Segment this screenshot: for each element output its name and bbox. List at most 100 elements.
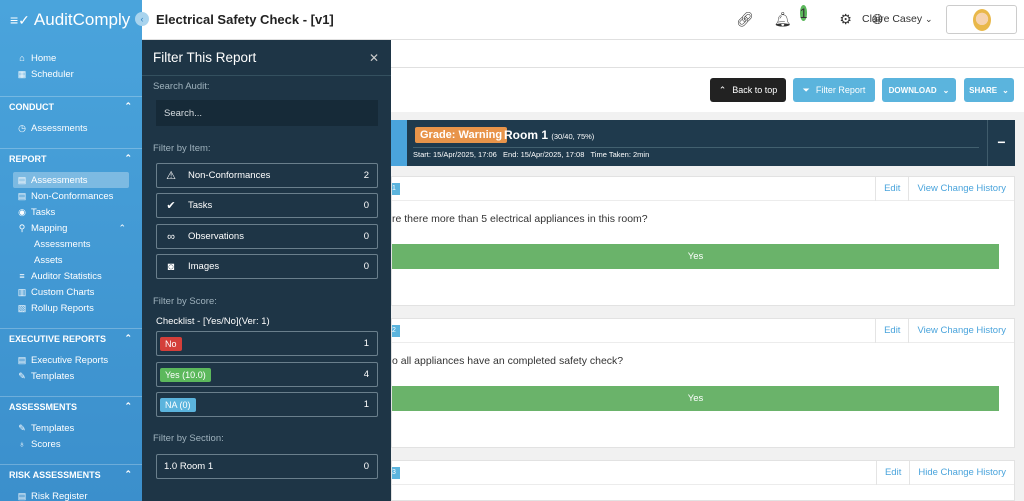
collapse-sidebar-icon[interactable]: ‹ [135,12,149,26]
score-tag: NA (0) [160,397,196,412]
section-meta: Start: 15/Apr/2025, 17:06 End: 15/Apr/20… [413,150,650,159]
sidebar-item-report-assessments[interactable]: ▤ Assessments [13,172,129,188]
bell-icon[interactable]: 🔔︎ 1 [774,5,820,28]
change-history-link[interactable]: View Change History [908,177,1014,201]
share-button[interactable]: SHARE ⌄ [964,78,1014,102]
filter-score-yes[interactable]: Yes (10.0) 4 [156,362,378,387]
sidebar-item-assess-templates[interactable]: ✎ Templates [0,420,142,436]
search-input[interactable] [156,100,378,126]
filter-title: Filter This Report [153,50,257,65]
score-tag: Yes (10.0) [160,367,211,382]
download-button[interactable]: DOWNLOAD ⌄ [882,78,956,102]
question-text: o all appliances have an completed safet… [392,355,624,367]
subheader [391,40,1024,68]
filter-by-item-label: Filter by Item: [153,143,211,154]
filter-item-observations[interactable]: ∞ Observations 0 [156,224,378,249]
sidebar-item-custom-charts[interactable]: ▥ Custom Charts [0,284,142,300]
sidebar-item-rollup-reports[interactable]: ▧ Rollup Reports [0,300,142,316]
edit-icon: ✎ [18,370,26,381]
user-menu[interactable]: Claire Casey ⌄ [862,13,933,25]
sidebar: ≡✓ AuditComply ⌂ Home ▦ Scheduler CONDUCT ⌃… [0,0,142,501]
chevron-up-icon: ⌃ [124,469,132,479]
edit-link[interactable]: Edit [875,461,909,485]
section-indicator [391,120,407,166]
sidebar-item-scheduler[interactable]: ▦ Scheduler [0,66,142,82]
change-history-link[interactable]: View Change History [908,319,1014,343]
answer-bar: Yes [392,386,999,411]
filter-item-tasks[interactable]: ✔ Tasks 0 [156,193,378,218]
section-conduct[interactable]: CONDUCT ⌃ [0,96,142,116]
chevron-up-icon: ⌃ [718,84,727,95]
sidebar-item-risk-register[interactable]: ▤ Risk Register [0,488,142,501]
topbar: Electrical Safety Check - [v1] 🔗︎ 🔔︎ 1 ⚙ … [142,0,1024,40]
filter-report-button[interactable]: ⏷ Filter Report [793,78,875,102]
sidebar-item-scores[interactable]: ♁ Scores [0,436,142,452]
section-title: Room 1 (30/40, 75%) [504,128,595,142]
action-bar: ⌃ Back to top ⏷ Filter Report DOWNLOAD ⌄ SH… [391,68,1024,112]
chevron-up-icon: ⌃ [118,222,126,233]
filter-icon: ⏷ [802,84,810,95]
sidebar-item-mapping[interactable]: ⚲ Mapping ⌃ [0,220,142,236]
answer-bar: Yes [392,244,999,269]
list-icon: ▤ [17,174,27,185]
question-number: 2 [392,325,400,337]
chevron-up-icon: ⌃ [124,401,132,411]
filter-item-non-conformances[interactable]: ⚠ Non-Conformances 2 [156,163,378,188]
edit-link[interactable]: Edit [875,319,908,343]
link-icon[interactable]: 🔗︎ [736,11,754,28]
collapse-section-button[interactable]: − [987,120,1015,166]
section-risk-assessments[interactable]: RISK ASSESSMENTS ⌃ [0,464,142,484]
edit-link[interactable]: Edit [875,177,908,201]
edit-icon: ✎ [18,422,26,433]
report-icon: ▧ [17,302,27,313]
brand[interactable]: ≡✓ AuditComply [0,0,142,40]
sidebar-subitem-assessments[interactable]: Assessments [0,236,142,252]
chart-icon: ▥ [17,286,27,297]
sidebar-item-conduct-assessments[interactable]: ◷ Assessments [0,120,142,136]
filter-item-images[interactable]: ◙ Images 0 [156,254,378,279]
gear-icon[interactable]: ⚙ [839,11,852,28]
list-icon: ▤ [17,490,27,501]
avatar [972,8,991,31]
task-search-icon: ✔ [166,200,176,212]
chevron-up-icon: ⌃ [124,153,132,163]
sidebar-subitem-assets[interactable]: Assets [0,252,142,268]
filter-score-na[interactable]: NA (0) 1 [156,392,378,417]
grade-badge: Grade: Warning [415,127,508,143]
filter-score-no[interactable]: No 1 [156,331,378,356]
checklist-label: Checklist - [Yes/No](Ver: 1) [156,316,270,327]
section-executive-reports[interactable]: EXECUTIVE REPORTS ⌃ [0,328,142,348]
notification-badge: 1 [799,5,808,21]
section-score: (30/40, 75%) [551,132,595,141]
brand-name: AuditComply [33,10,131,29]
sidebar-item-auditor-statistics[interactable]: ≡ Auditor Statistics [0,268,142,284]
sidebar-item-non-conformances[interactable]: ▤ Non-Conformances [0,188,142,204]
question-card: 2 Edit View Change History o all applianc… [391,318,1015,448]
change-history-link[interactable]: Hide Change History [909,461,1014,485]
map-pin-icon: ⚲ [18,222,26,233]
divider [413,147,979,148]
section-header[interactable]: Grade: Warning Room 1 (30/40, 75%) Start… [391,120,1015,166]
question-number: 3 [392,467,400,479]
avatar-button[interactable] [946,5,1017,34]
back-to-top-button[interactable]: ⌃ Back to top [710,78,786,102]
home-icon: ⌂ [19,53,25,63]
sidebar-item-tasks[interactable]: ◉ Tasks [0,204,142,220]
chevron-up-icon: ⌃ [124,333,132,343]
section-report[interactable]: REPORT ⌃ [0,148,142,168]
logo-icon: ≡✓ [10,11,30,28]
sidebar-item-home[interactable]: ⌂ Home [0,50,142,66]
list-icon: ▤ [17,190,27,201]
warning-search-icon: ⚠ [166,170,176,182]
filter-section-room-1[interactable]: 1.0 Room 1 0 [156,454,378,479]
sidebar-item-executive-reports[interactable]: ▤ Executive Reports [0,352,142,368]
filter-by-section-label: Filter by Section: [153,433,224,444]
search-label: Search Audit: [153,81,210,92]
question-card: 3 Edit Hide Change History [391,460,1015,501]
sidebar-item-exec-templates[interactable]: ✎ Templates [0,368,142,384]
stats-icon: ≡ [19,271,25,281]
section-assessments[interactable]: ASSESSMENTS ⌃ [0,396,142,416]
chevron-down-icon: ⌄ [1002,85,1009,95]
close-icon[interactable]: ✕ [369,51,379,65]
binoculars-icon: ∞ [167,230,175,243]
